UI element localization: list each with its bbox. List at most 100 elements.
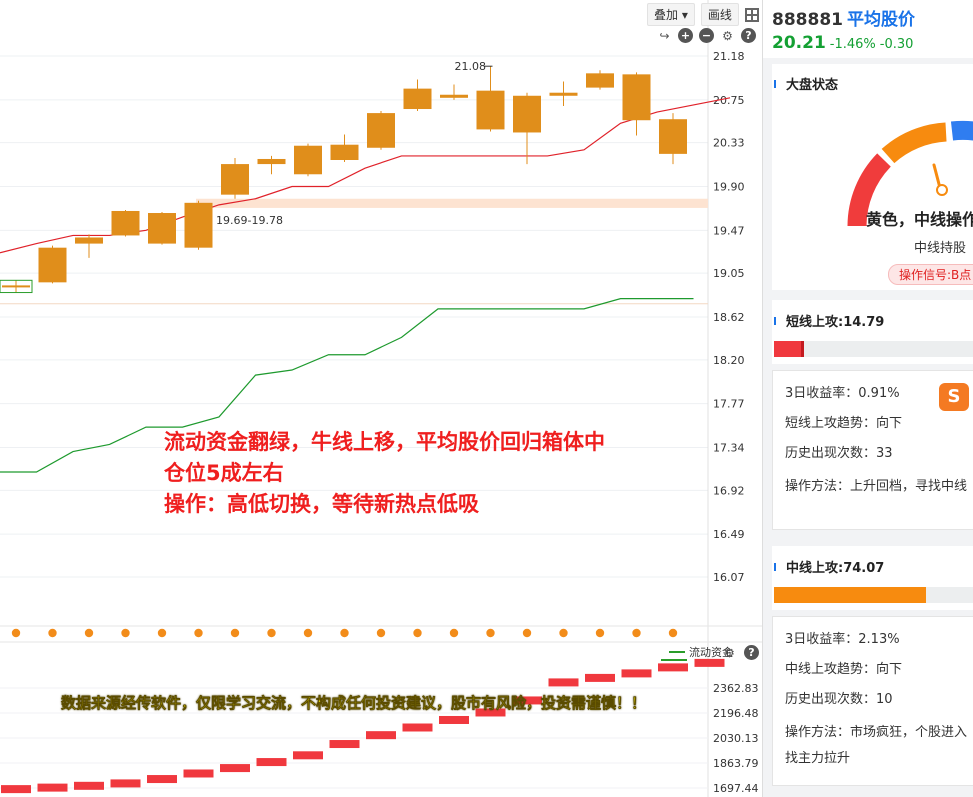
signal-dot [303,628,313,638]
zoom-out-icon[interactable]: − [699,28,714,43]
card-marker-icon [774,79,776,88]
candle-body [111,210,140,236]
signal-dot [84,628,94,638]
app-logo-icon: S [939,383,969,411]
flow-bar [110,779,141,788]
box-band [196,198,708,208]
right-panel: 888881 平均股价 20.21 -1.46% -0.30 大盘状态 黄色，中线操作… [762,0,973,797]
flow-bar [147,775,177,784]
stock-price: 20.21 [772,33,826,53]
draw-line-button[interactable]: 画线 [700,3,739,26]
chart-controls: ↪ + − ⚙ ? [657,28,756,43]
price-tick-label: 19.47 [713,224,745,237]
flow-bar [585,673,615,682]
refresh-icon[interactable]: ↪ [657,28,672,43]
price-tick-label: 19.90 [713,181,745,194]
signal-dot [267,628,276,638]
flow-bar [74,781,104,790]
candle-body [440,94,468,98]
gear-icon[interactable]: ⚙ [720,28,735,43]
zoom-in-icon[interactable]: + [678,28,693,43]
signal-dot [559,628,568,638]
signal-dot [449,628,459,638]
mid-progress [774,587,973,603]
market-title: 大盘状态 [786,78,839,93]
mid-marker-icon [774,562,776,571]
stock-pct: -1.46% [829,37,876,52]
stock-code: 888881 [772,10,843,30]
market-state-card: 大盘状态 黄色，中线操作 中线持股 操作信号:B点 [772,64,973,290]
signal-dot [230,628,240,638]
app-root: { "toolbar": { "overlay_label": "叠加", "d… [0,0,973,797]
mid-count: 历史出现次数：10 [785,692,893,707]
overlay-button[interactable]: 叠加 ▾ [647,3,695,26]
price-tick-label: 18.62 [713,311,745,324]
flow-tick-label: 1863.79 [713,757,759,770]
signal-dot [668,628,678,638]
analysis-note: 流动资金翻绿，牛线上移，平均股价回归箱体中 仓位5成左右 操作：高低切换，等待新… [164,427,605,520]
help-icon[interactable]: ? [741,28,756,43]
flow-bar [256,758,287,767]
flow-bar [37,783,68,792]
flow-bar [439,715,469,724]
short-progress [774,341,973,357]
price-tick-label: 17.34 [713,442,745,455]
candle-body [549,92,578,96]
candle-body [257,158,286,165]
price-tick-label: 21.18 [713,50,745,63]
candle-body [38,247,67,283]
candle-body [513,95,541,133]
flow-bar [402,723,433,732]
flow-bar [1,785,31,794]
short-count: 历史出现次数：33 [785,446,893,461]
price-tick-label: 18.20 [713,354,745,367]
candle-body [403,88,432,110]
short-method: 操作方法：上升回档，寻找中线 [785,479,968,494]
candle-body [75,237,103,244]
short-detail: 3日收益率：0.91% 短线上攻趋势：向下 历史出现次数：33 操作方法：上升回… [772,370,973,530]
lower-controls: ⚙ ? [722,645,759,660]
candle-body [586,73,614,88]
candle-body [476,90,505,130]
note-line-1: 流动资金翻绿，牛线上移，平均股价回归箱体中 [164,430,605,454]
market-sub: 中线持股 [914,241,967,256]
candle-body [330,144,359,160]
candle-body [148,213,176,244]
mid-trend: 中线上攻趋势：向下 [785,662,903,677]
note-line-2: 仓位5成左右 [164,461,284,485]
signal-dot [11,628,21,638]
chart-toolbar: 叠加 ▾ 画线 [647,3,759,26]
lower-gear-icon[interactable]: ⚙ [722,645,737,660]
candle-body [659,119,687,154]
flow-bar [621,669,652,678]
signal-dot [121,628,130,638]
candle-body [367,113,395,148]
signal-dot [376,628,386,638]
kline-chart[interactable]: 21.1820.7520.3319.9019.4719.0518.6218.20… [0,0,762,797]
price-tick-label: 19.05 [713,267,745,280]
candle-body [622,74,651,121]
signal-dot [595,628,605,638]
mid-progress-fill [774,587,926,603]
flow-tick-label: 2196.48 [713,707,759,720]
grid-layout-icon[interactable] [744,7,759,22]
candle-body [221,164,249,195]
note-line-3: 操作：高低切换，等待新热点低吸 [164,492,479,516]
flow-tick-label: 2030.13 [713,732,759,745]
flow-tick-label: 1697.44 [713,782,759,795]
price-tick-label: 16.49 [713,528,745,541]
lower-help-icon[interactable]: ? [744,645,759,660]
signal-dot [522,628,532,638]
flow-bar [183,769,214,778]
red-trend-line [0,97,731,254]
signal-dot [340,628,349,638]
stock-name[interactable]: 平均股价 [847,10,915,30]
candle-body [184,202,213,248]
signal-dot [48,628,57,638]
stock-change: -0.30 [879,37,914,52]
short-marker-icon [774,316,776,325]
short-title: 短线上攻:14.79 [786,315,885,330]
quote-header: 888881 平均股价 20.21 -1.46% -0.30 [763,0,973,58]
market-state: 黄色，中线操作 [866,210,973,229]
flow-tick-label: 2362.83 [713,682,759,695]
